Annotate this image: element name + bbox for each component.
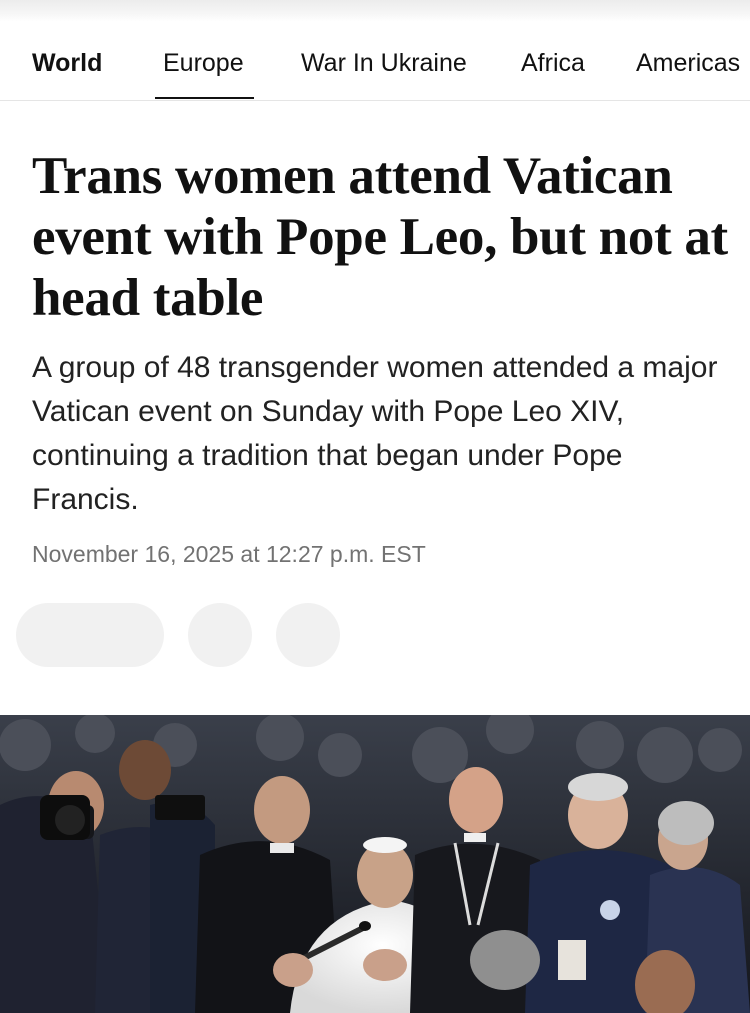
nav-item-africa[interactable]: Africa [521,47,585,79]
nav-item-europe[interactable]: Europe [163,47,244,79]
share-button-placeholder[interactable] [16,603,164,667]
action-button-placeholder[interactable] [276,603,340,667]
article-dek: A group of 48 transgender women attended… [32,351,718,516]
publish-timestamp: November 16, 2025 at 12:27 p.m. EST [32,541,426,567]
headline: Trans women attend Vatican event with Po… [32,147,728,327]
hero-photo [0,715,750,1013]
active-tab-indicator [155,97,254,99]
section-nav: World Europe War In Ukraine Africa Ameri… [0,22,750,101]
nav-item-americas[interactable]: Americas [636,47,740,79]
nav-item-war-in-ukraine[interactable]: War In Ukraine [301,47,467,79]
top-shade [0,0,750,22]
action-button-placeholder[interactable] [188,603,252,667]
nav-item-world[interactable]: World [32,47,102,79]
